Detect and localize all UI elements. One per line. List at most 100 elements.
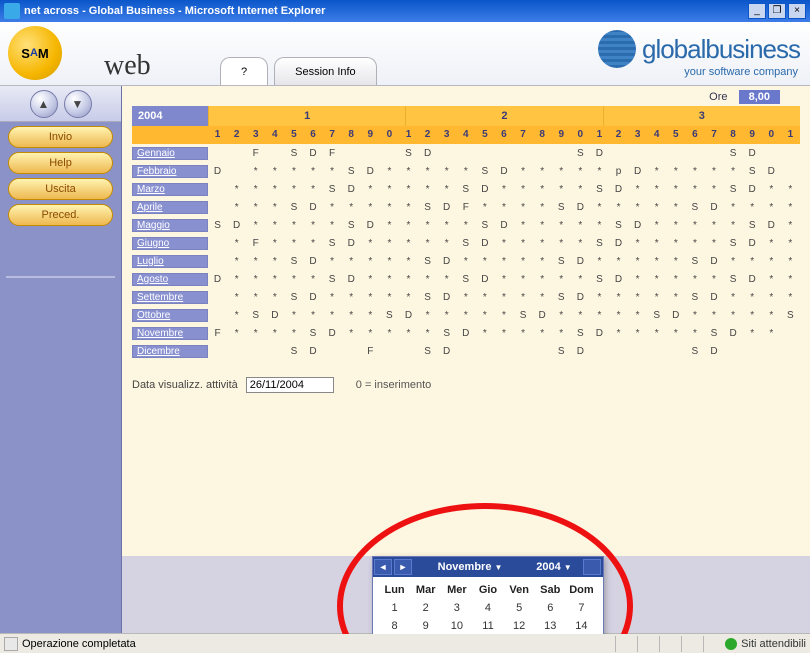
restore-button[interactable]: ❐ xyxy=(768,3,786,19)
day-cell[interactable]: D xyxy=(762,220,781,231)
month-link-agosto[interactable]: Agosto xyxy=(132,273,208,286)
day-cell[interactable]: * xyxy=(666,292,685,303)
month-link-giugno[interactable]: Giugno xyxy=(132,237,208,250)
day-cell[interactable]: * xyxy=(533,166,552,177)
day-cell[interactable]: S xyxy=(418,346,437,357)
day-cell[interactable]: * xyxy=(399,238,418,249)
day-cell[interactable]: D xyxy=(342,238,361,249)
day-cell[interactable]: D xyxy=(628,166,647,177)
day-cell[interactable]: * xyxy=(456,292,475,303)
day-cell[interactable]: * xyxy=(628,328,647,339)
day-cell[interactable]: * xyxy=(418,166,437,177)
day-cell[interactable]: * xyxy=(552,274,571,285)
day-cell[interactable]: * xyxy=(323,202,342,213)
day-cell[interactable]: * xyxy=(380,166,399,177)
security-zone[interactable]: Siti attendibili xyxy=(725,638,806,650)
day-cell[interactable]: * xyxy=(571,310,590,321)
day-cell[interactable]: D xyxy=(303,256,322,267)
dp-day-cell[interactable]: 6 xyxy=(535,599,566,617)
day-cell[interactable]: * xyxy=(475,310,494,321)
month-link-ottobre[interactable]: Ottobre xyxy=(132,309,208,322)
day-cell[interactable]: * xyxy=(456,310,475,321)
day-cell[interactable]: * xyxy=(533,184,552,195)
day-cell[interactable]: * xyxy=(246,328,265,339)
day-cell[interactable]: S xyxy=(685,346,704,357)
day-cell[interactable]: D xyxy=(666,310,685,321)
day-cell[interactable]: D xyxy=(342,274,361,285)
day-cell[interactable]: * xyxy=(704,166,723,177)
day-cell[interactable]: * xyxy=(361,292,380,303)
dp-day-cell[interactable]: 10 xyxy=(441,617,472,634)
day-cell[interactable]: * xyxy=(533,328,552,339)
day-cell[interactable]: * xyxy=(342,310,361,321)
day-cell[interactable]: * xyxy=(704,184,723,195)
day-cell[interactable]: * xyxy=(609,310,628,321)
day-cell[interactable]: * xyxy=(303,220,322,231)
day-cell[interactable]: * xyxy=(303,184,322,195)
day-cell[interactable]: p xyxy=(609,166,628,177)
month-link-dicembre[interactable]: Dicembre xyxy=(132,345,208,358)
day-cell[interactable]: * xyxy=(628,292,647,303)
day-cell[interactable]: * xyxy=(628,184,647,195)
day-cell[interactable]: * xyxy=(342,256,361,267)
day-cell[interactable]: S xyxy=(743,166,762,177)
day-cell[interactable]: * xyxy=(399,328,418,339)
day-cell[interactable]: * xyxy=(514,202,533,213)
day-cell[interactable]: * xyxy=(227,184,246,195)
day-cell[interactable]: * xyxy=(724,256,743,267)
day-cell[interactable]: * xyxy=(514,256,533,267)
day-cell[interactable]: * xyxy=(533,292,552,303)
day-cell[interactable]: D xyxy=(609,184,628,195)
day-cell[interactable]: * xyxy=(265,238,284,249)
day-cell[interactable]: * xyxy=(590,166,609,177)
day-cell[interactable]: D xyxy=(590,328,609,339)
day-cell[interactable]: D xyxy=(303,202,322,213)
day-cell[interactable]: * xyxy=(781,202,800,213)
tab-help[interactable]: ? xyxy=(220,57,268,85)
dp-day-cell[interactable]: 2 xyxy=(410,599,441,617)
dp-close-button[interactable] xyxy=(583,559,601,575)
day-cell[interactable]: S xyxy=(342,220,361,231)
day-cell[interactable]: * xyxy=(494,274,513,285)
day-cell[interactable]: * xyxy=(762,202,781,213)
day-cell[interactable]: * xyxy=(685,310,704,321)
year-chip[interactable]: 2004 xyxy=(132,106,208,126)
day-cell[interactable]: D xyxy=(609,238,628,249)
day-cell[interactable]: * xyxy=(284,220,303,231)
day-cell[interactable]: D xyxy=(571,256,590,267)
day-cell[interactable]: * xyxy=(762,238,781,249)
sidebar-button-uscita[interactable]: Uscita xyxy=(8,178,113,200)
day-cell[interactable]: * xyxy=(571,220,590,231)
day-cell[interactable]: * xyxy=(323,292,342,303)
day-cell[interactable]: * xyxy=(685,166,704,177)
day-cell[interactable]: S xyxy=(724,238,743,249)
day-cell[interactable]: S xyxy=(456,184,475,195)
day-cell[interactable]: * xyxy=(533,274,552,285)
dp-day-cell[interactable]: 14 xyxy=(566,617,597,634)
month-link-febbraio[interactable]: Febbraio xyxy=(132,165,208,178)
day-cell[interactable]: * xyxy=(475,256,494,267)
day-cell[interactable]: * xyxy=(380,202,399,213)
month-link-luglio[interactable]: Luglio xyxy=(132,255,208,268)
day-cell[interactable]: * xyxy=(361,202,380,213)
day-cell[interactable]: D xyxy=(609,274,628,285)
day-cell[interactable]: * xyxy=(265,328,284,339)
day-cell[interactable]: * xyxy=(628,310,647,321)
day-cell[interactable]: D xyxy=(743,148,762,159)
day-cell[interactable]: * xyxy=(380,328,399,339)
close-button[interactable]: × xyxy=(788,3,806,19)
day-cell[interactable]: D xyxy=(743,238,762,249)
day-cell[interactable]: S xyxy=(380,310,399,321)
day-cell[interactable]: S xyxy=(724,148,743,159)
day-cell[interactable]: D xyxy=(704,202,723,213)
day-cell[interactable]: D xyxy=(342,184,361,195)
day-cell[interactable]: * xyxy=(514,328,533,339)
day-cell[interactable]: S xyxy=(743,220,762,231)
day-cell[interactable]: * xyxy=(666,184,685,195)
day-cell[interactable]: * xyxy=(533,202,552,213)
day-cell[interactable]: S xyxy=(552,202,571,213)
day-cell[interactable]: S xyxy=(284,148,303,159)
day-cell[interactable]: * xyxy=(647,256,666,267)
day-cell[interactable]: * xyxy=(743,292,762,303)
day-cell[interactable]: S xyxy=(475,220,494,231)
